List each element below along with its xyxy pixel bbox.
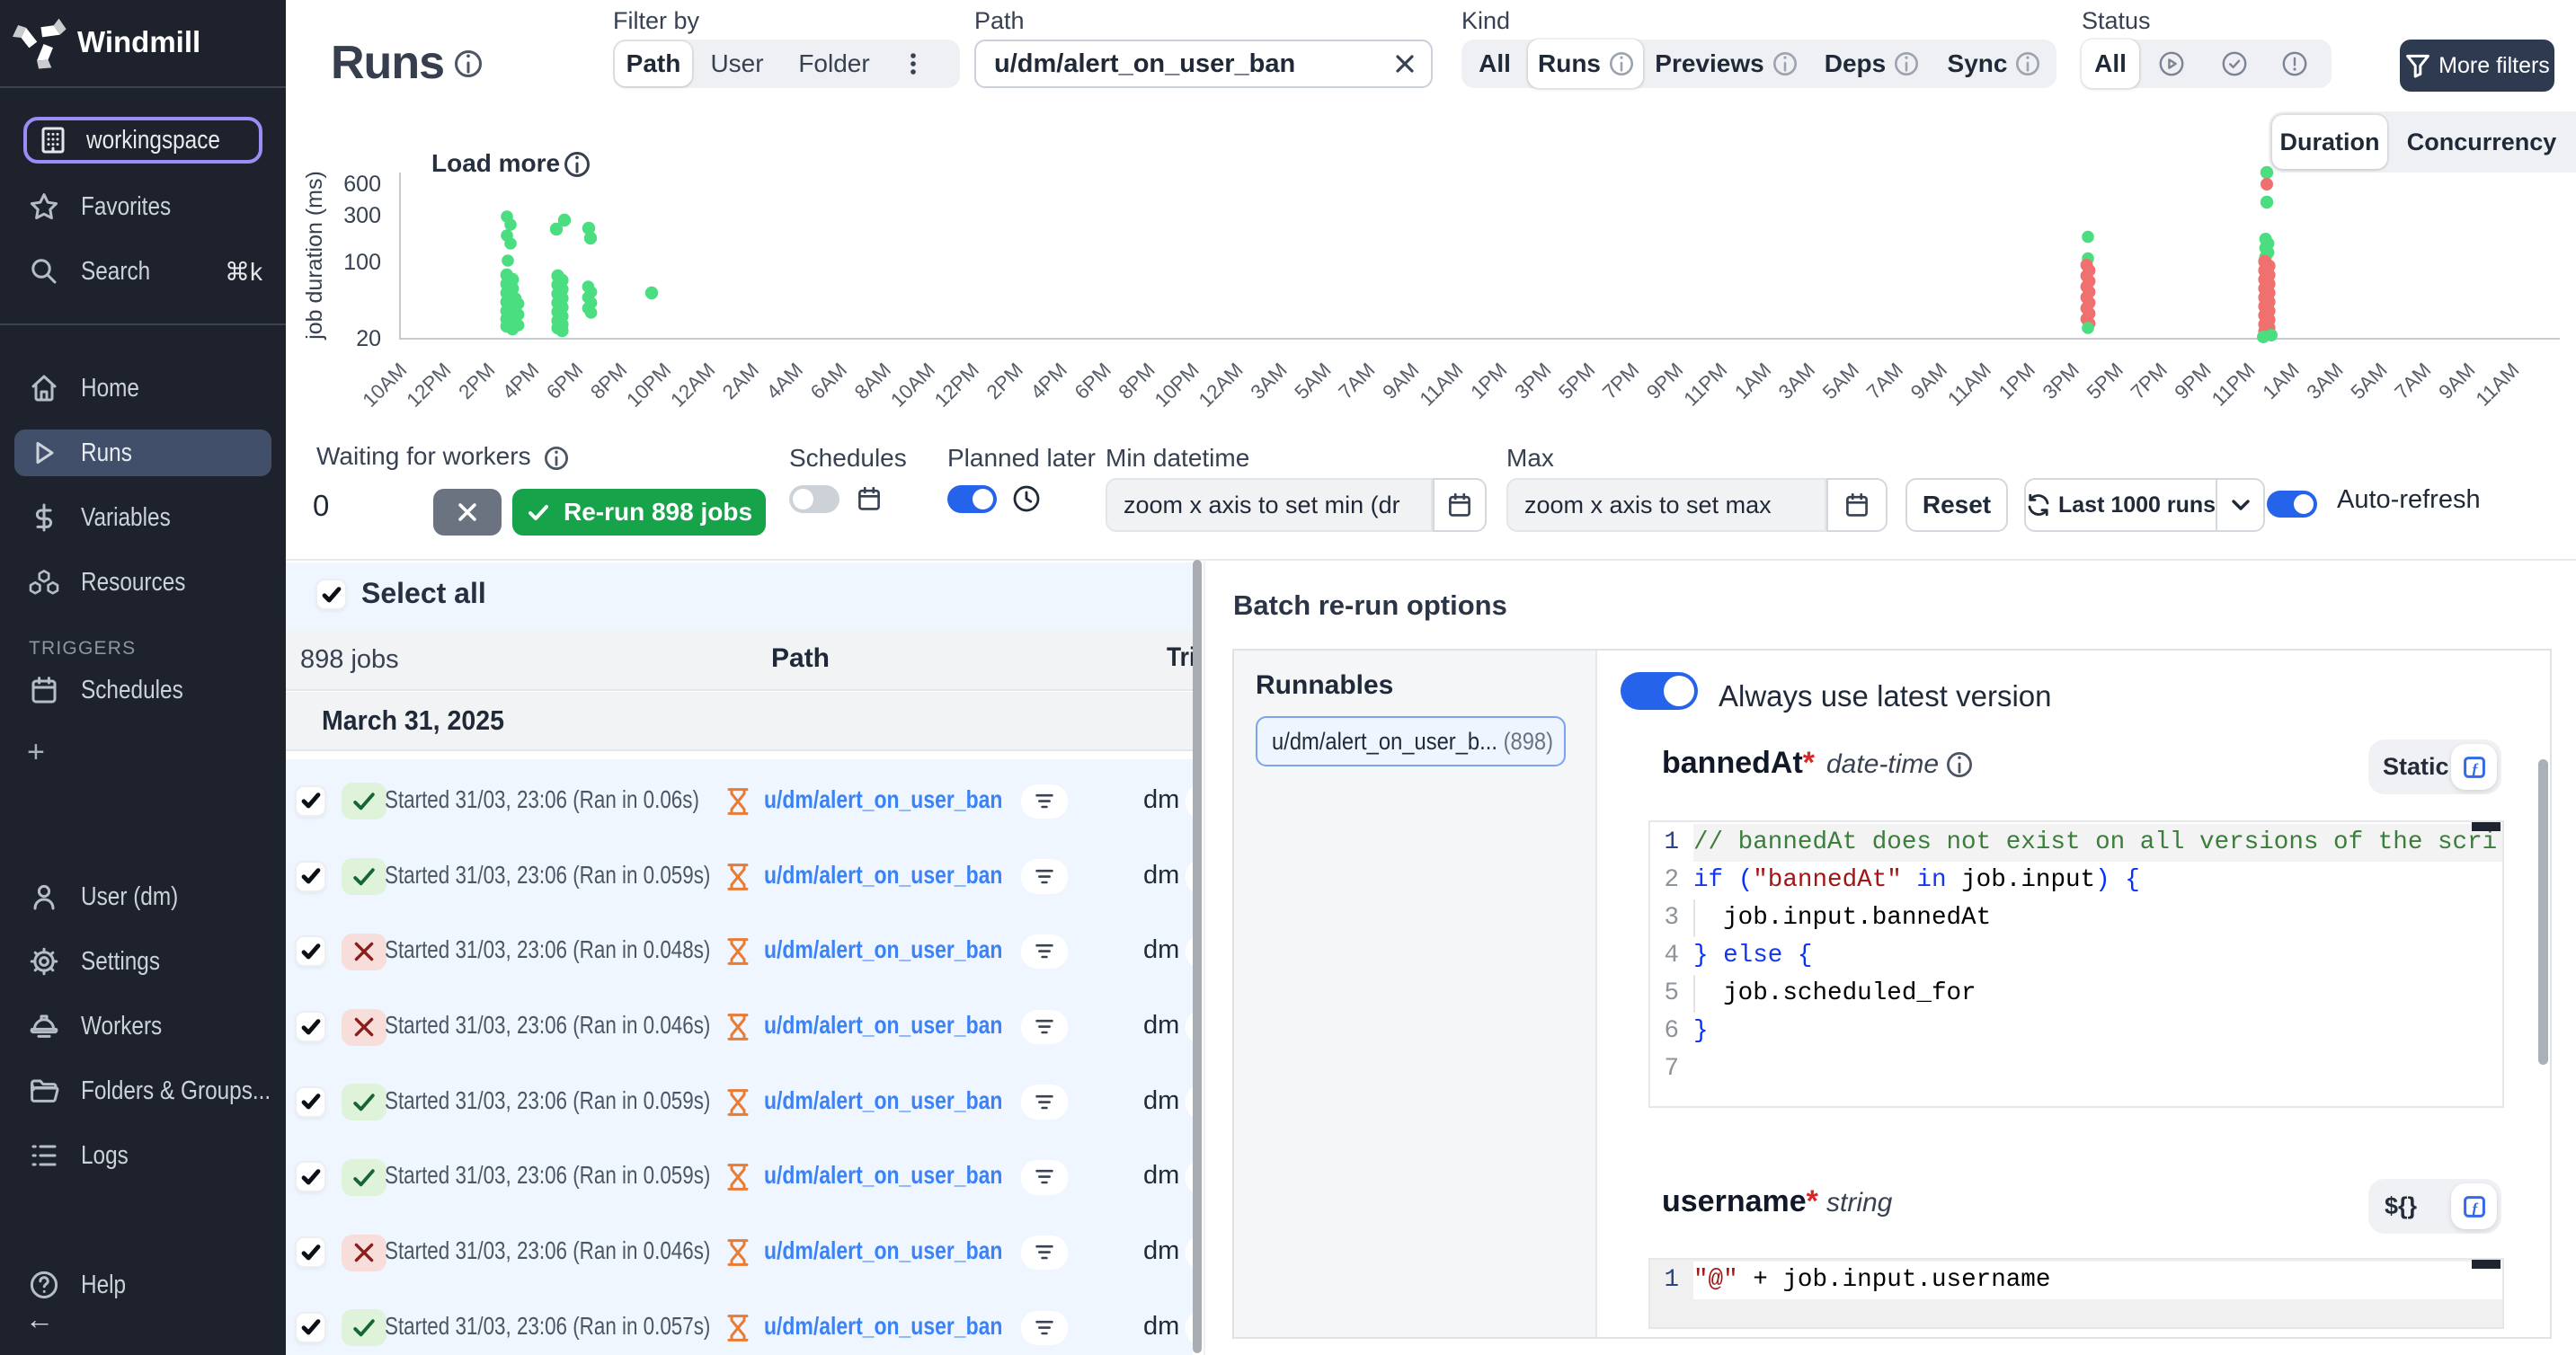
svg-text:3PM: 3PM [1510,359,1555,403]
svg-text:2PM: 2PM [982,359,1027,403]
svg-text:11AM: 11AM [1416,359,1468,411]
svg-text:4PM: 4PM [498,359,543,403]
svg-text:7PM: 7PM [2127,359,2172,403]
svg-text:3PM: 3PM [2039,359,2083,403]
svg-text:2PM: 2PM [454,359,499,403]
svg-text:300: 300 [343,203,381,228]
svg-text:5AM: 5AM [1290,359,1335,403]
svg-text:job duration (ms): job duration (ms) [302,171,327,341]
svg-text:7AM: 7AM [1862,359,1907,403]
svg-text:9AM: 9AM [1378,359,1423,403]
svg-text:1PM: 1PM [1994,359,2039,403]
svg-text:11PM: 11PM [1679,359,1731,411]
svg-text:4AM: 4AM [762,359,807,403]
svg-text:7AM: 7AM [2390,359,2435,403]
svg-text:600: 600 [343,172,381,197]
svg-text:9PM: 9PM [1642,359,1687,403]
svg-text:12PM: 12PM [402,359,455,412]
svg-text:11PM: 11PM [2207,359,2260,411]
svg-text:3AM: 3AM [1774,359,1819,403]
svg-text:5AM: 5AM [1818,359,1863,403]
svg-text:100: 100 [343,250,381,275]
svg-text:6AM: 6AM [806,359,851,403]
svg-text:11AM: 11AM [2472,359,2524,411]
svg-text:5PM: 5PM [2083,359,2127,403]
svg-text:12AM: 12AM [666,359,719,412]
svg-text:6PM: 6PM [1070,359,1115,403]
svg-text:5AM: 5AM [2346,359,2391,403]
svg-text:ƒ: ƒ [2471,1199,2479,1216]
svg-text:1PM: 1PM [1466,359,1511,403]
svg-text:20: 20 [356,326,381,351]
svg-text:1AM: 1AM [1730,359,1775,403]
svg-text:10PM: 10PM [622,359,675,412]
svg-text:1AM: 1AM [2258,359,2303,403]
svg-text:12AM: 12AM [1195,359,1248,412]
svg-text:7AM: 7AM [1334,359,1379,403]
svg-text:12PM: 12PM [930,359,983,412]
svg-text:4PM: 4PM [1026,359,1071,403]
svg-text:5PM: 5PM [1554,359,1599,403]
svg-text:11AM: 11AM [1943,359,1995,411]
svg-text:7PM: 7PM [1598,359,1643,403]
svg-text:ƒ: ƒ [2471,759,2479,776]
svg-text:6PM: 6PM [542,359,587,403]
svg-text:9PM: 9PM [2170,359,2215,403]
svg-text:10PM: 10PM [1150,359,1204,412]
svg-text:3AM: 3AM [1246,359,1291,403]
svg-text:9AM: 9AM [2434,359,2479,403]
svg-text:3AM: 3AM [2302,359,2347,403]
svg-text:10AM: 10AM [886,359,939,412]
svg-text:2AM: 2AM [718,359,763,403]
svg-text:10AM: 10AM [358,359,411,412]
